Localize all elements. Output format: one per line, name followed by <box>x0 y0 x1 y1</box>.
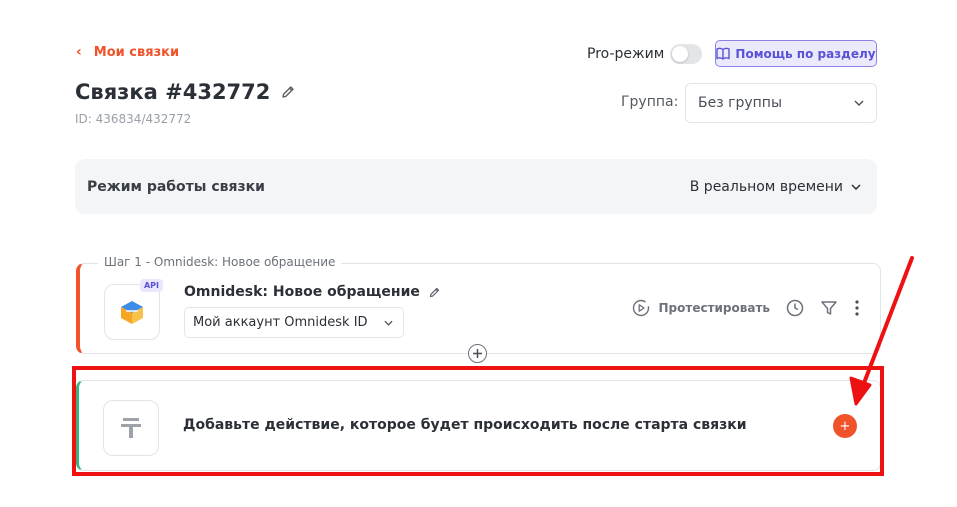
mode-label: Режим работы связки <box>87 178 265 195</box>
test-button[interactable]: Протестировать <box>632 299 770 317</box>
omnidesk-logo: API <box>104 279 163 340</box>
add-action-text: Добавьте действие, которое будет происхо… <box>183 417 747 433</box>
chevron-down-icon <box>854 100 864 106</box>
filter-icon[interactable] <box>820 299 838 317</box>
add-action-button[interactable]: + <box>833 414 857 438</box>
book-icon <box>716 47 731 60</box>
pro-mode: Pro-режим <box>587 44 703 64</box>
chevron-down-icon <box>851 183 861 190</box>
chevron-left-icon: ‹ <box>76 44 82 60</box>
mode-bar: Режим работы связки В реальном времени <box>75 159 877 214</box>
history-clock-icon[interactable] <box>786 299 804 317</box>
group-label: Группа: <box>621 94 679 110</box>
step-name: Omnidesk: Новое обращение <box>184 284 441 300</box>
edit-step-pencil-icon[interactable] <box>428 286 441 299</box>
mode-select-value: В реальном времени <box>689 178 843 195</box>
group-select-value: Без группы <box>698 95 782 111</box>
help-button[interactable]: Помощь по разделу <box>715 40 877 67</box>
back-link-my-connections[interactable]: ‹ Мои связки <box>76 44 179 60</box>
chevron-down-icon <box>384 320 393 326</box>
step-name-label: Omnidesk: Новое обращение <box>184 284 420 300</box>
toggle-knob <box>672 46 689 62</box>
action-placeholder-icon <box>103 400 159 456</box>
pro-mode-toggle[interactable] <box>670 44 703 64</box>
test-button-label: Протестировать <box>658 301 770 315</box>
play-circle-icon <box>632 299 650 317</box>
pro-mode-label: Pro-режим <box>587 46 665 62</box>
connection-title: Связка #432772 <box>75 80 271 104</box>
connection-id: ID: 436834/432772 <box>75 112 192 126</box>
group-select[interactable]: Без группы <box>685 83 877 123</box>
add-step-between-button[interactable] <box>468 344 487 363</box>
step-card[interactable]: API Omnidesk: Новое обращение Мой аккаун… <box>76 263 881 354</box>
back-link-label: Мои связки <box>93 44 180 60</box>
account-select[interactable]: Мой аккаунт Omnidesk ID 37 <box>184 307 404 338</box>
more-vertical-icon[interactable] <box>854 299 860 317</box>
page-title: Связка #432772 <box>75 80 296 104</box>
help-button-label: Помощь по разделу <box>735 46 876 61</box>
plus-icon <box>473 349 482 358</box>
mode-select[interactable]: В реальном времени <box>690 179 861 195</box>
add-action-card[interactable]: Добавьте действие, которое будет происхо… <box>76 380 881 471</box>
step-caption: Шаг 1 - Omnidesk: Новое обращение <box>98 255 342 269</box>
edit-title-pencil-icon[interactable] <box>280 84 296 100</box>
api-badge: API <box>139 279 163 292</box>
account-select-value: Мой аккаунт Omnidesk ID 37 <box>193 315 369 330</box>
step-actions: Протестировать <box>632 299 860 317</box>
